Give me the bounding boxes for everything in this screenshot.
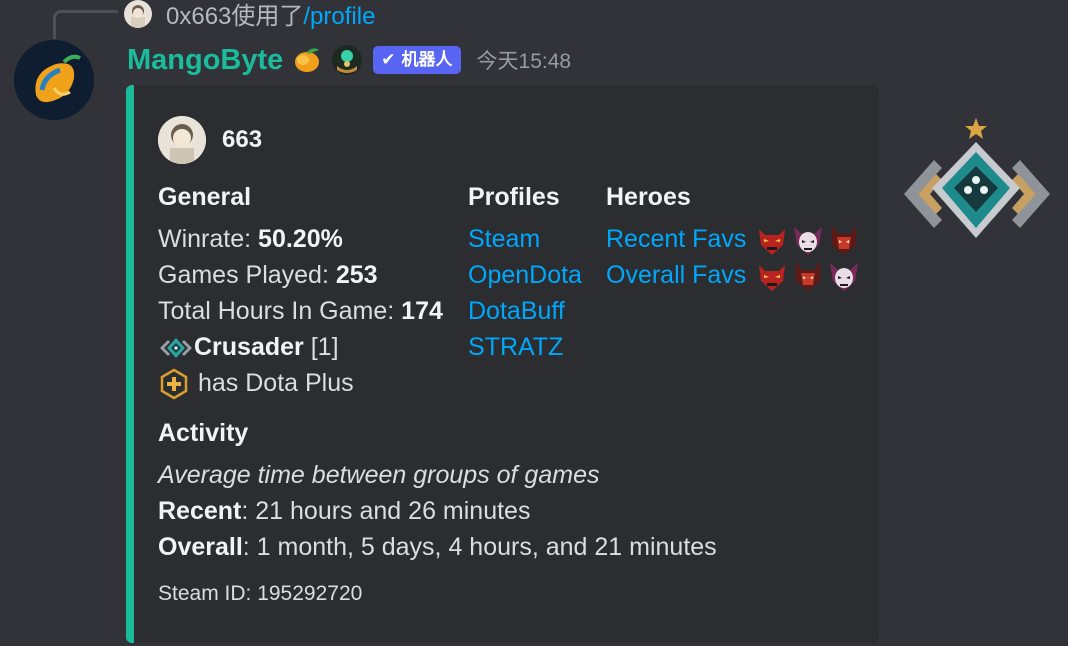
activity-title: Activity (158, 419, 249, 447)
reply-context: 0x663使用了/profile (166, 0, 375, 31)
checkmark-icon: ✔ (381, 50, 396, 69)
recent-favs-link[interactable]: Recent Favs (606, 225, 746, 253)
hero-red-demon-icon (755, 223, 789, 257)
reply-username[interactable]: 0x663 (166, 3, 231, 30)
hero-pale-mask-icon (791, 223, 825, 257)
activity-overall-value: : 1 month, 5 days, 4 hours, and 21 minut… (242, 533, 717, 561)
steam-link[interactable]: Steam (468, 221, 540, 257)
games-played-line: Games Played: 253 (158, 257, 378, 293)
hero-red-demon-icon (755, 259, 789, 293)
dota-plus-line: has Dota Plus (158, 365, 354, 401)
message-header: MangoByte ✔ 机器人 今天15:48 (127, 40, 571, 80)
embed-footer: Steam ID: 195292720 (158, 582, 363, 605)
message-timestamp[interactable]: 今天15:48 (477, 45, 572, 75)
hero-bloodseeker-icon (791, 259, 825, 293)
hours-value: 174 (401, 297, 443, 325)
reply-used-text: 使用了 (231, 3, 304, 30)
stratz-link[interactable]: STRATZ (468, 329, 563, 365)
hero-pale-mask-icon (827, 259, 861, 293)
embed-author: 663 (158, 116, 262, 164)
overall-favs-line: Overall Favs (606, 257, 861, 293)
reply-connector-line (53, 10, 118, 39)
bot-username[interactable]: MangoByte (127, 44, 283, 77)
rank-small-icon (158, 335, 194, 361)
bot-tag-label: 机器人 (401, 50, 453, 69)
heroes-title: Heroes (606, 183, 691, 211)
hero-bloodseeker-icon (827, 223, 861, 257)
winrate-line: Winrate: 50.20% (158, 221, 343, 257)
activity-recent-label: Recent (158, 497, 242, 525)
general-title: General (158, 183, 252, 211)
winrate-label: Winrate: (158, 225, 252, 253)
bot-tag: ✔ 机器人 (373, 46, 461, 74)
activity-recent-line: Recent: 21 hours and 26 minutes (158, 493, 530, 529)
activity-overall-label: Overall (158, 533, 243, 561)
games-played-value: 253 (335, 261, 378, 289)
dota-plus-text: has Dota Plus (198, 369, 354, 397)
hours-line: Total Hours In Game: 174 (158, 293, 443, 329)
embed-author-icon (158, 116, 206, 164)
embed-author-name: 663 (222, 126, 263, 153)
rank-medal-icon (898, 116, 1056, 246)
server-badge-icon (331, 44, 363, 76)
games-played-label: Games Played: (158, 261, 329, 289)
overall-favs-link[interactable]: Overall Favs (606, 261, 746, 289)
dotabuff-link[interactable]: DotaBuff (468, 293, 565, 329)
bot-avatar[interactable] (14, 40, 94, 120)
profiles-title: Profiles (468, 183, 560, 211)
reply-user-avatar[interactable] (124, 0, 152, 28)
winrate-value: 50.20% (258, 225, 343, 253)
rank-name: Crusader (194, 333, 304, 361)
activity-subtitle: Average time between groups of games (158, 461, 600, 489)
reply-command-link[interactable]: /profile (303, 3, 375, 30)
activity-recent-value: : 21 hours and 26 minutes (241, 497, 531, 525)
opendota-link[interactable]: OpenDota (468, 257, 582, 293)
activity-overall-line: Overall: 1 month, 5 days, 4 hours, and 2… (158, 529, 717, 565)
recent-favs-line: Recent Favs (606, 221, 861, 257)
hours-label: Total Hours In Game: (158, 297, 395, 325)
dota-plus-icon (158, 368, 190, 400)
mango-icon (291, 44, 323, 76)
rank-line: Crusader [1] (158, 329, 339, 365)
rank-stars: [1] (310, 333, 339, 361)
